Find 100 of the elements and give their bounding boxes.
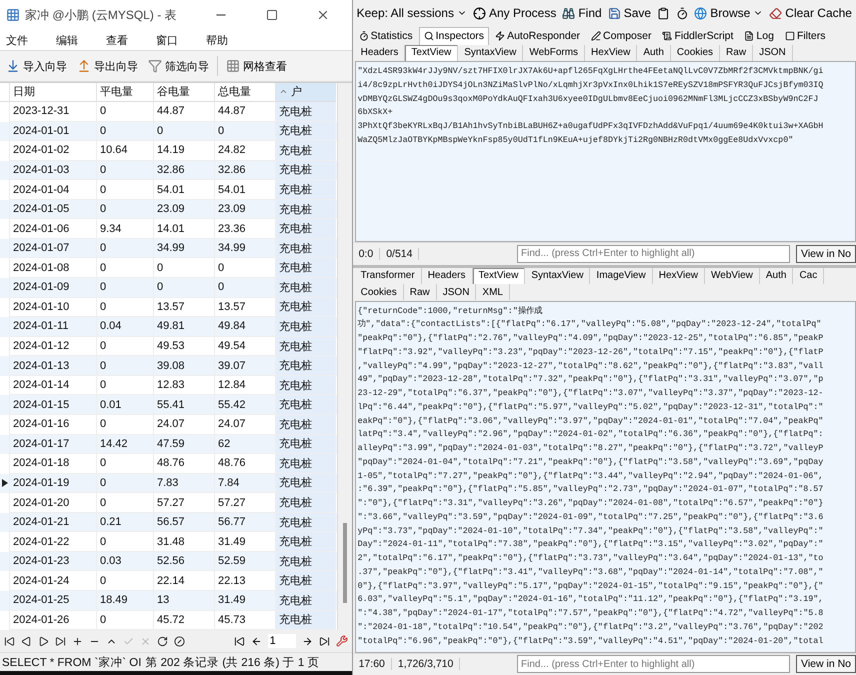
- table-cell: 充电桩: [276, 298, 336, 318]
- table-cell: 充电桩: [276, 376, 336, 396]
- table-cell: 充电桩: [276, 258, 336, 278]
- main-tab[interactable]: Composer: [586, 26, 656, 45]
- table-cell: 充电桩: [276, 571, 336, 592]
- inspector-tab[interactable]: XML: [476, 284, 510, 300]
- inspector-tab[interactable]: TextView: [472, 268, 526, 284]
- toolbar-button[interactable]: 导入向导: [4, 56, 69, 76]
- table-cell: 充电桩: [276, 356, 336, 376]
- menu-item[interactable]: 查看: [104, 32, 130, 48]
- checkbox-icon: [784, 31, 795, 42]
- code-line: 6bXSkX+: [358, 106, 394, 120]
- crosshair-icon: [472, 6, 486, 20]
- toolbar-button[interactable]: 导出向导: [75, 56, 140, 76]
- table-cell: 充电桩: [276, 336, 336, 356]
- clipboard-icon[interactable]: [657, 6, 670, 20]
- code-line: 0"},{"flatPq":"3.97","valleyPq":"5.17","pqDay":"2024-01-15","totalPq":"9.15","peakPq":"0"},{": [358, 580, 824, 593]
- eraser-icon: [769, 6, 782, 20]
- toolbar-button[interactable]: Keep: All sessions: [356, 6, 467, 20]
- inspector-tab[interactable]: Transformer: [354, 268, 422, 284]
- next-page-icon[interactable]: [302, 636, 313, 646]
- code-line: {"returnCode":1000,"returnMsg":"操作成: [358, 304, 544, 318]
- toolbar-button[interactable]: 筛选向导: [146, 56, 211, 76]
- previous-page-icon[interactable]: [250, 636, 262, 646]
- search-icon: [424, 31, 434, 42]
- table-cell: 充电桩: [276, 141, 336, 161]
- check-icon[interactable]: [123, 636, 134, 646]
- table-cell: 充电桩: [276, 160, 336, 180]
- table-cell: 充电桩: [276, 122, 336, 142]
- table-cell: 充电桩: [276, 474, 336, 494]
- toolbar-button[interactable]: Any Process: [472, 6, 556, 20]
- toolbar-button[interactable]: 网格查看: [224, 56, 289, 76]
- table-cell: 充电桩: [276, 278, 336, 298]
- main-tab[interactable]: Log: [739, 26, 779, 45]
- stop-icon[interactable]: [174, 636, 185, 646]
- code-line: 23-12-29","totalPq":"6.37","peakPq":"0"},{"flatPq":"3.07","valleyPq":"3.37","pqDay":"2023-12-: [358, 387, 824, 400]
- last-page-icon[interactable]: [318, 636, 330, 646]
- status-text: SELECT * FROM `家冲` OI: [2, 655, 142, 670]
- toolbar-button[interactable]: Save: [608, 6, 652, 20]
- column-header[interactable]: 平电量: [97, 83, 154, 102]
- status-text: 第 202 条记录 (共 216 条) 于 1 页: [145, 656, 320, 670]
- inspector-tab[interactable]: WebView: [705, 268, 760, 284]
- column-header[interactable]: 日期: [10, 83, 97, 102]
- inspector-tab[interactable]: Auth: [760, 268, 794, 284]
- main-tab[interactable]: Inspectors: [418, 26, 490, 45]
- column-header[interactable]: 户: [276, 83, 336, 102]
- inspector-tab[interactable]: Raw: [404, 284, 437, 300]
- menu-item[interactable]: 文件: [4, 32, 30, 48]
- previous-icon[interactable]: [21, 636, 32, 646]
- next-icon[interactable]: [38, 636, 49, 646]
- response-body[interactable]: [354, 300, 856, 653]
- request-body[interactable]: [354, 61, 856, 242]
- main-tab[interactable]: Filters: [780, 26, 831, 45]
- document-icon: [744, 31, 754, 42]
- toolbar-button[interactable]: Browse: [694, 6, 764, 20]
- view-in-notepad-button[interactable]: View in No: [796, 655, 856, 674]
- last-record-icon[interactable]: [55, 636, 66, 646]
- grid-icon: [226, 59, 240, 73]
- page-number-field[interactable]: 1: [268, 634, 296, 648]
- globe-icon: [694, 6, 708, 20]
- find-field[interactable]: Find... (press Ctrl+Enter to highlight all): [517, 655, 790, 674]
- main-tab[interactable]: AutoResponder: [490, 26, 586, 45]
- menu-item[interactable]: 窗口: [154, 32, 180, 48]
- timer-icon[interactable]: [676, 6, 688, 20]
- inspector-tab[interactable]: SyntaxView: [525, 268, 590, 284]
- wrench-icon[interactable]: [336, 635, 348, 647]
- column-header[interactable]: 总电量: [215, 83, 276, 102]
- table-cell: 充电桩: [276, 317, 336, 337]
- main-tab[interactable]: FiddlerScript: [657, 26, 738, 45]
- inspector-tab[interactable]: Cac: [793, 268, 824, 284]
- view-in-notepad-button[interactable]: View in No: [796, 244, 856, 263]
- table-cell: 充电桩: [276, 238, 336, 258]
- code-line: i4/8c9zpLrHvth0iJDYS4jOLn3NZiMaSlvPlNo/xLqmhjXr3pVxInx0Lhik1S7eREySZV18mPSFYR3QuFJCsjBfym03IQ: [358, 78, 824, 92]
- code-line: "flatPq":"3.92","valleyPq":"3.23","pqDay":"2023-12-26","totalPq":"7.15","peakPq":"0"},{"flatP: [358, 346, 824, 359]
- toolbar-button[interactable]: Clear Cache: [769, 6, 852, 20]
- import-icon: [6, 59, 20, 73]
- inspector-tab[interactable]: HexView: [652, 268, 705, 284]
- first-record-icon[interactable]: [4, 636, 15, 646]
- save-icon: [608, 6, 621, 20]
- find-field[interactable]: Find... (press Ctrl+Enter to highlight all): [517, 244, 790, 263]
- menu-item[interactable]: 帮助: [204, 32, 230, 48]
- first-page-icon[interactable]: [234, 636, 245, 646]
- table-cell: 充电桩: [276, 434, 336, 454]
- refresh-icon[interactable]: [157, 636, 168, 646]
- char-count: 0/514: [380, 248, 420, 260]
- export-icon: [77, 59, 91, 73]
- inspector-tab[interactable]: Cookies: [354, 284, 404, 300]
- column-header[interactable]: 谷电量: [154, 83, 215, 102]
- inspector-tab[interactable]: JSON: [436, 284, 476, 300]
- menu-item[interactable]: 编辑: [54, 32, 80, 48]
- code-line: 3PhXtQf3beKYRLxBqJ/B1Ah1hvSyTnbiBLaBUH6Z+a0ugafUdPFx3qIVFDzhAdd&VuFpq1/4uum69e4K0ktui3w+XAGbH: [358, 120, 824, 134]
- code-line: 49","pqDay":"2023-12-28","totalPq":"7.32","peakPq":"0"},{"flatPq":"3.31","valleyPq":"3.07","p: [358, 373, 824, 386]
- main-tab[interactable]: Statistics: [354, 26, 418, 45]
- table-cell: 充电桩: [276, 102, 336, 122]
- toolbar-button[interactable]: Find: [562, 6, 602, 20]
- inspector-tab[interactable]: TextView: [405, 44, 458, 61]
- add-icon[interactable]: [72, 636, 83, 646]
- inspector-tab[interactable]: ImageView: [590, 268, 653, 284]
- code-line: WaZQ5MlzJaOTBYKpMBspWeYknFsp85y0UdT1fLn9KEuA+ujef8DYkjTi2Rg0NBHzR0dtVMx0ggEe8UdxVvxcp0": [358, 134, 794, 147]
- scrollbar[interactable]: [336, 83, 352, 630]
